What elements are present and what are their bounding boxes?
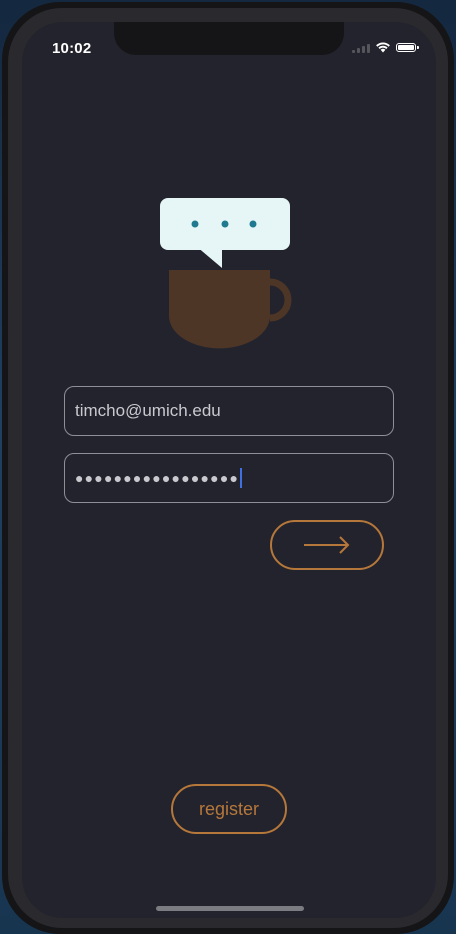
status-bar-time: 10:02: [52, 40, 92, 57]
cellular-signal-icon: [352, 42, 370, 53]
arrow-right-icon: [304, 536, 350, 554]
text-cursor: [240, 468, 243, 488]
coffee-cup-icon: [169, 270, 292, 349]
password-field[interactable]: ●●●●●●●●●●●●●●●●●: [64, 453, 394, 503]
password-masked-value: ●●●●●●●●●●●●●●●●●: [75, 470, 240, 486]
app-screen: 10:02 timcho@umich.edu ●●●●●●●●●●●●●●●●●: [22, 22, 436, 918]
login-submit-button[interactable]: [270, 520, 384, 570]
battery-icon: [396, 42, 419, 52]
device-notch: [114, 22, 344, 55]
register-label: register: [198, 798, 260, 819]
wifi-icon: [376, 42, 390, 53]
home-indicator[interactable]: [156, 906, 304, 911]
email-value: timcho@umich.edu: [75, 401, 221, 420]
email-field[interactable]: timcho@umich.edu: [64, 386, 394, 436]
status-bar-icons: [352, 41, 419, 53]
coffee-chat-logo: [160, 198, 292, 349]
chat-bubble-icon: [160, 198, 290, 268]
register-button[interactable]: register: [171, 784, 287, 834]
